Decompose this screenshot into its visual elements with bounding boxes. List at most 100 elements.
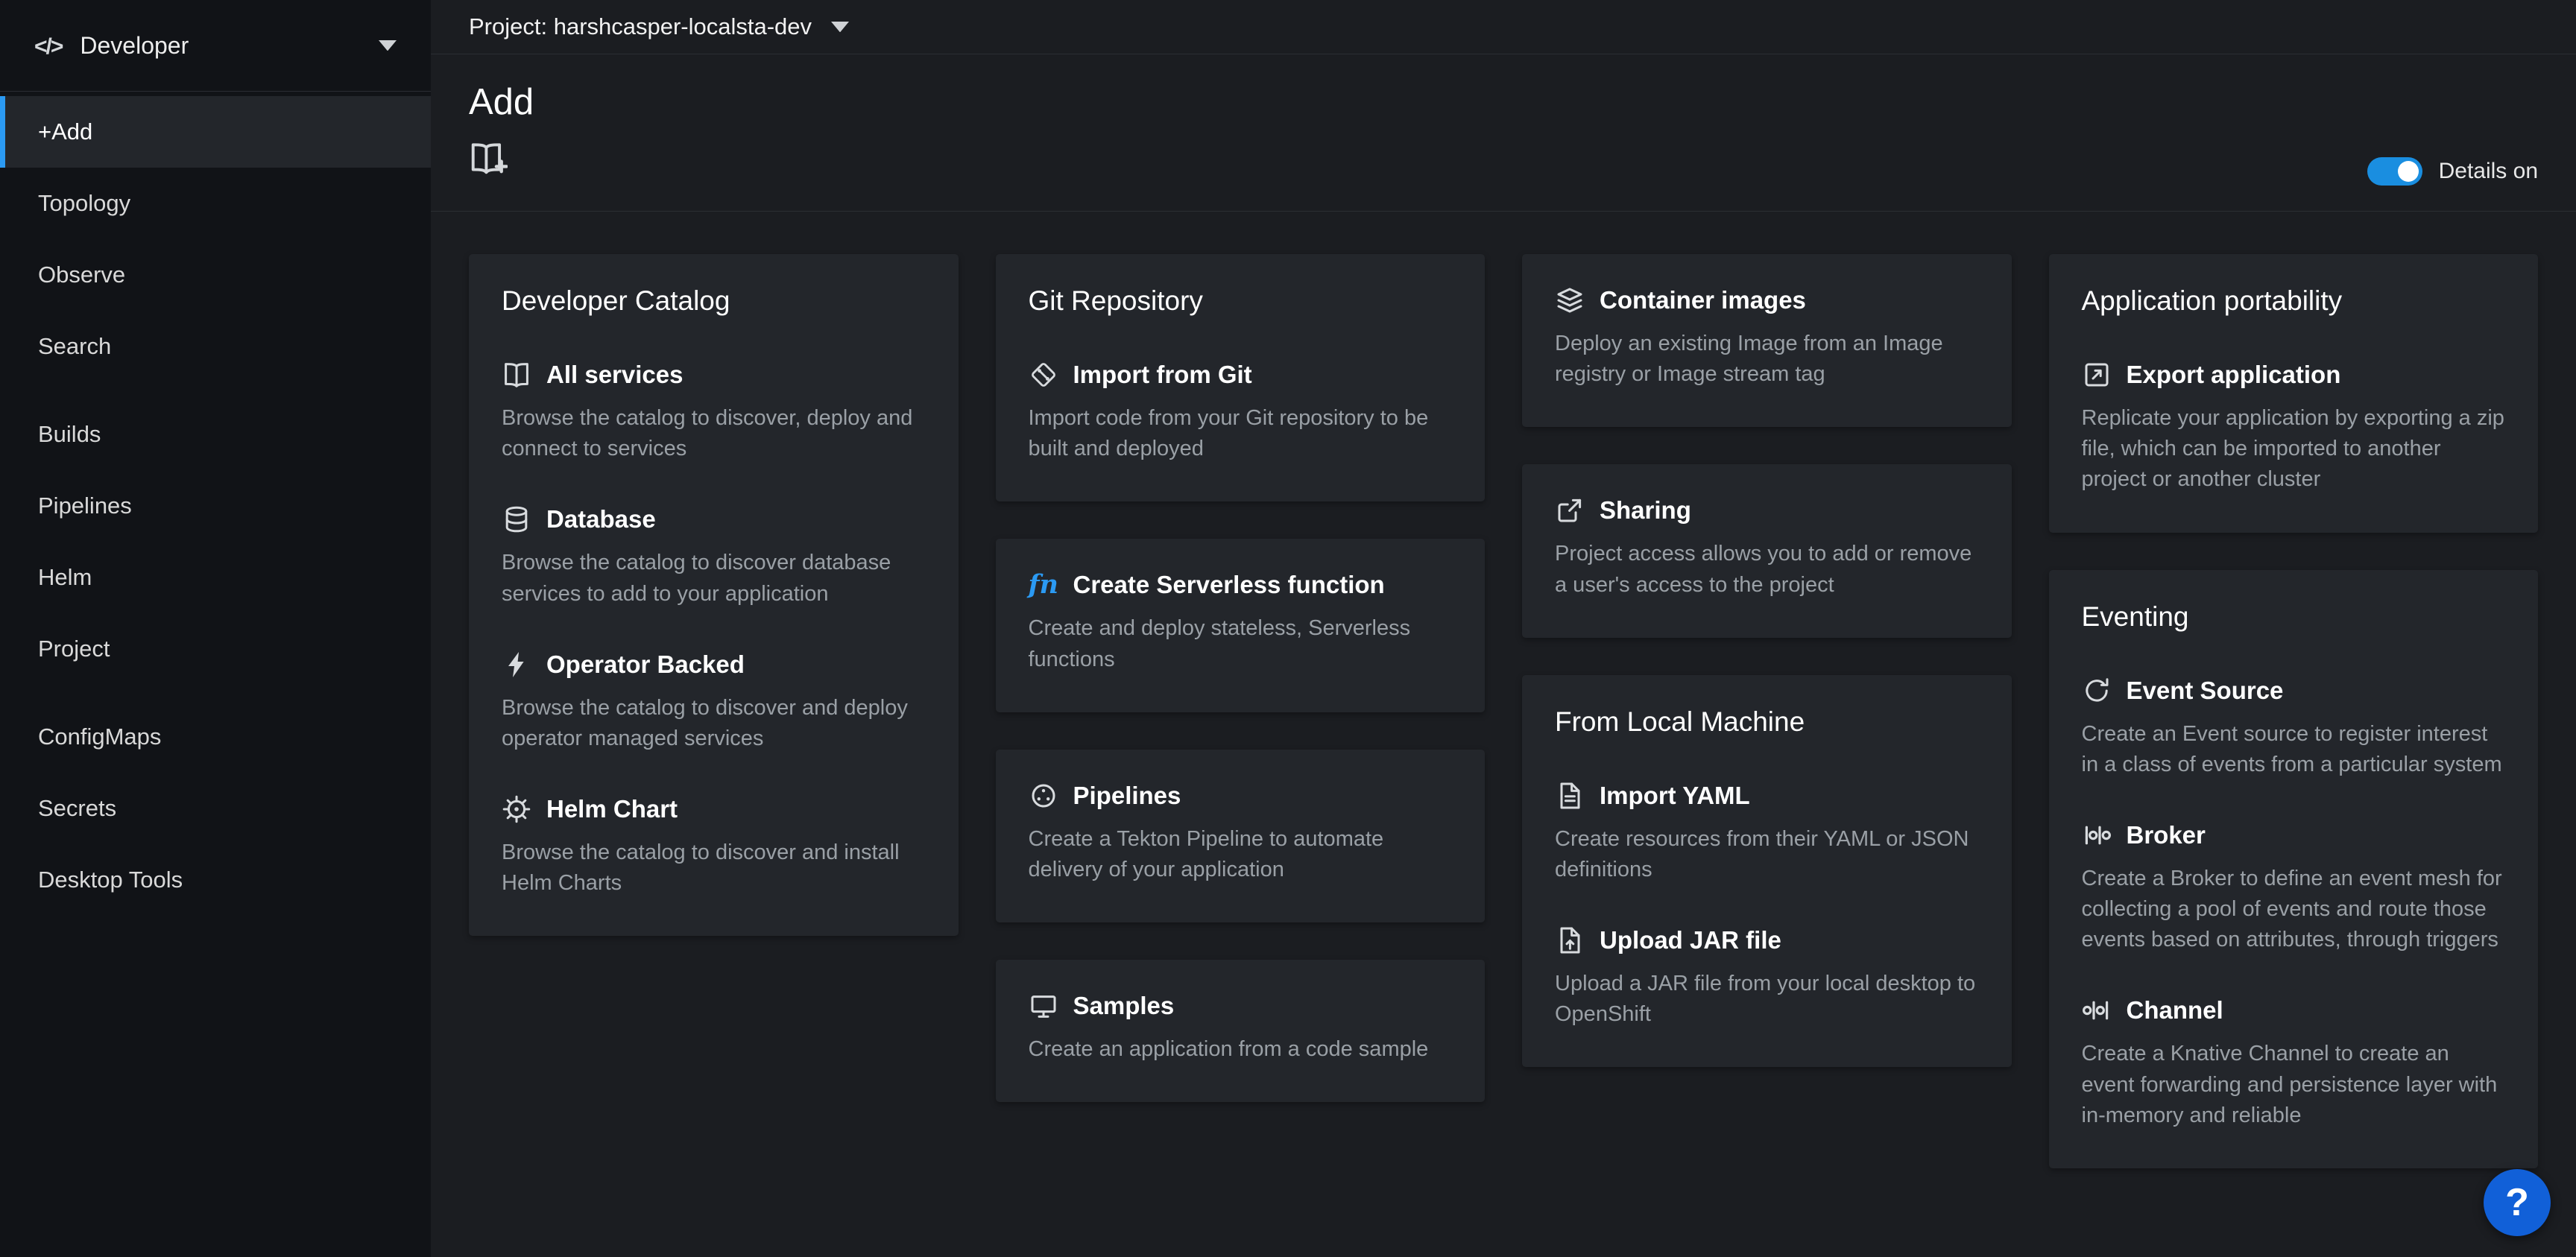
card-column: Developer Catalog All services Browse the … — [469, 254, 959, 936]
container-images-icon — [1555, 285, 1585, 315]
page-title: Add — [469, 81, 2538, 123]
add-cards-grid: Developer Catalog All services Browse the … — [431, 212, 2576, 1257]
item-title: Helm Chart — [546, 795, 678, 823]
sidebar-item-desktop-tools[interactable]: Desktop Tools — [0, 844, 431, 916]
card-item: Samples Create an application from a code… — [1029, 991, 1453, 1065]
item-description: Create an application from a code sample — [1029, 1034, 1453, 1065]
item-title: Container images — [1600, 286, 1806, 314]
sidebar-item-secrets[interactable]: Secrets — [0, 773, 431, 844]
item-export-application[interactable]: Export application — [2082, 360, 2506, 390]
card-item: Event Source Create an Event source to re… — [2082, 676, 2506, 780]
item-title: All services — [546, 361, 683, 389]
card-item: fnCreate Serverless functionCreate and d… — [1029, 570, 1453, 674]
item-title: Operator Backed — [546, 650, 745, 679]
card-item: Channel Create a Knative Channel to creat… — [2082, 995, 2506, 1131]
main-area: Project: harshcasper-localsta-dev Add De… — [431, 0, 2576, 1257]
import-yaml-icon — [1555, 781, 1585, 811]
card-item: PipelinesCreate a Tekton Pipeline to aut… — [1029, 781, 1453, 885]
card-item: Operator Backed Browse the catalog to dis… — [502, 650, 926, 754]
sidebar-item-configmaps[interactable]: ConfigMaps — [0, 701, 431, 773]
sidebar-item-builds[interactable]: Builds — [0, 399, 431, 470]
operator-icon — [502, 650, 531, 680]
details-toggle-label: Details on — [2439, 159, 2538, 184]
item-description: Upload a JAR file from your local deskto… — [1555, 969, 1979, 1030]
item-description: Create a Broker to define an event mesh … — [2082, 864, 2506, 956]
card-item: DatabaseBrowse the catalog to discover d… — [502, 504, 926, 609]
help-button[interactable]: ? — [2484, 1169, 2551, 1236]
item-title: Import from Git — [1073, 361, 1252, 389]
card-eventing: EventingEvent SourceCreate an Event sour… — [2049, 570, 2539, 1168]
item-description: Replicate your application by exporting … — [2082, 403, 2506, 495]
nav-group: BuildsPipelinesHelmProject — [0, 399, 431, 685]
item-description: Create a Knative Channel to create an ev… — [2082, 1039, 2506, 1131]
app-root: </> Developer +AddTopologyObserveSearch B… — [0, 0, 2576, 1257]
card-title: Developer Catalog — [502, 285, 926, 317]
event-source-icon — [2082, 676, 2112, 706]
sidebar-item-search[interactable]: Search — [0, 311, 431, 382]
item-pipelines[interactable]: Pipelines — [1029, 781, 1453, 811]
item-import-yaml[interactable]: Import YAML — [1555, 781, 1979, 811]
sidebar: </> Developer +AddTopologyObserveSearch B… — [0, 0, 431, 1257]
item-description: Create an Event source to register inter… — [2082, 719, 2506, 780]
project-label: Project: harshcasper-localsta-dev — [469, 13, 812, 40]
topbar: Project: harshcasper-localsta-dev — [431, 0, 2576, 54]
item-description: Browse the catalog to discover, deploy a… — [502, 403, 926, 464]
item-broker[interactable]: Broker — [2082, 820, 2506, 850]
samples-icon — [1029, 991, 1058, 1021]
catalog-plus-icon[interactable] — [469, 139, 508, 178]
card-column: Git Repository Import from Git Import code… — [996, 254, 1486, 1102]
project-selector[interactable]: Project: harshcasper-localsta-dev — [469, 13, 849, 40]
item-samples[interactable]: Samples — [1029, 991, 1453, 1021]
item-title: Pipelines — [1073, 782, 1181, 810]
sidebar-item-topology[interactable]: Topology — [0, 168, 431, 239]
card-item: Broker Create a Broker to define an event… — [2082, 820, 2506, 956]
sharing-icon — [1555, 495, 1585, 525]
nav-group: ConfigMapsSecretsDesktop Tools — [0, 701, 431, 916]
card-column: Application portability Export applicatio… — [2049, 254, 2539, 1168]
item-database[interactable]: Database — [502, 504, 926, 534]
card-title: Application portability — [2082, 285, 2506, 317]
item-description: Project access allows you to add or remo… — [1555, 539, 1979, 600]
perspective-label: Developer — [80, 32, 189, 60]
caret-down-icon — [379, 39, 397, 51]
item-title: Database — [546, 505, 656, 533]
item-title: Sharing — [1600, 496, 1691, 525]
item-description: Import code from your Git repository to … — [1029, 403, 1453, 464]
sidebar-item-add[interactable]: +Add — [0, 96, 431, 168]
perspective-switcher[interactable]: </> Developer — [0, 0, 431, 92]
card-container-images: Container imagesDeploy an existing Image… — [1522, 254, 2012, 427]
card-item: Import YAMLCreate resources from their Y… — [1555, 781, 1979, 885]
card-create-serverless-function: fnCreate Serverless functionCreate and d… — [996, 539, 1486, 712]
sidebar-item-helm[interactable]: Helm — [0, 542, 431, 613]
item-helm-chart[interactable]: Helm Chart — [502, 794, 926, 824]
card-column: Container imagesDeploy an existing Image… — [1522, 254, 2012, 1067]
item-sharing[interactable]: Sharing — [1555, 495, 1979, 525]
item-import-from-git[interactable]: Import from Git — [1029, 360, 1453, 390]
item-all-services[interactable]: All services — [502, 360, 926, 390]
item-create-serverless-function[interactable]: fnCreate Serverless function — [1029, 570, 1453, 600]
item-title: Broker — [2127, 821, 2206, 849]
item-event-source[interactable]: Event Source — [2082, 676, 2506, 706]
item-title: Channel — [2127, 996, 2223, 1025]
item-operator-backed[interactable]: Operator Backed — [502, 650, 926, 680]
details-toggle-group: Details on — [2367, 157, 2538, 186]
code-icon: </> — [34, 32, 62, 60]
item-container-images[interactable]: Container images — [1555, 285, 1979, 315]
card-item: Helm Chart Browse the catalog to discover… — [502, 794, 926, 899]
switch-knob — [2398, 161, 2419, 182]
card-title: Git Repository — [1029, 285, 1453, 317]
sidebar-item-pipelines[interactable]: Pipelines — [0, 470, 431, 542]
item-upload-jar-file[interactable]: Upload JAR file — [1555, 925, 1979, 955]
sidebar-item-project[interactable]: Project — [0, 613, 431, 685]
item-channel[interactable]: Channel — [2082, 995, 2506, 1025]
item-description: Browse the catalog to discover and insta… — [502, 838, 926, 899]
sidebar-item-observe[interactable]: Observe — [0, 239, 431, 311]
item-description: Browse the catalog to discover and deplo… — [502, 693, 926, 754]
card-item: All services Browse the catalog to discov… — [502, 360, 926, 464]
pipelines-icon — [1029, 781, 1058, 811]
card-item: Import from Git Import code from your Git… — [1029, 360, 1453, 464]
broker-icon — [2082, 820, 2112, 850]
details-switch[interactable] — [2367, 157, 2422, 186]
card-from-local-machine: From Local MachineImport YAMLCreate reso… — [1522, 675, 2012, 1068]
catalog-icon — [502, 360, 531, 390]
